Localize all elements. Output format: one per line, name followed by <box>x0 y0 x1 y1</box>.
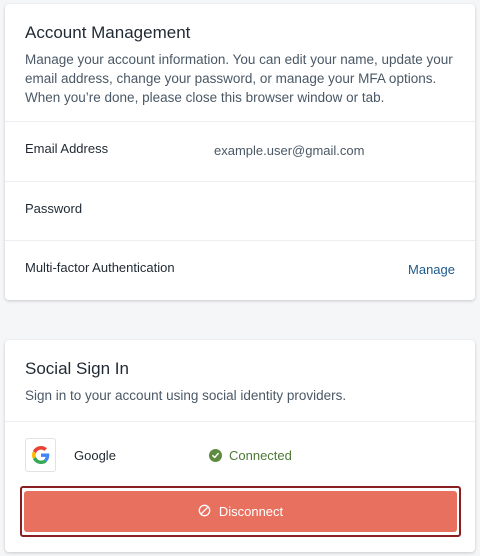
divider <box>5 421 475 422</box>
connection-status-label: Connected <box>229 448 292 463</box>
ban-icon <box>198 504 211 520</box>
email-address-label: Email Address <box>25 141 109 156</box>
provider-name: Google <box>74 448 116 463</box>
password-label: Password <box>25 201 83 216</box>
email-address-value: example.user@gmail.com <box>214 143 365 158</box>
check-circle-icon <box>209 449 222 462</box>
social-sign-in-card: Social Sign In Sign in to your account u… <box>5 340 475 552</box>
mfa-manage-link[interactable]: Manage <box>408 262 455 277</box>
social-sign-in-title: Social Sign In <box>25 359 129 378</box>
divider <box>5 121 475 122</box>
disconnect-label: Disconnect <box>218 504 284 519</box>
social-sign-in-description: Sign in to your account using social ide… <box>25 388 347 403</box>
mfa-label: Multi-factor Authentication <box>25 260 175 275</box>
divider <box>5 181 475 182</box>
account-management-description: Manage your account information. You can… <box>25 52 453 105</box>
connection-status: Connected <box>209 448 292 463</box>
disconnect-button[interactable]: Disconnect <box>24 491 457 532</box>
divider <box>5 240 475 241</box>
account-management-card: Account Management Manage your account i… <box>5 4 475 300</box>
google-logo-icon <box>25 438 56 472</box>
account-management-title: Account Management <box>25 23 191 42</box>
